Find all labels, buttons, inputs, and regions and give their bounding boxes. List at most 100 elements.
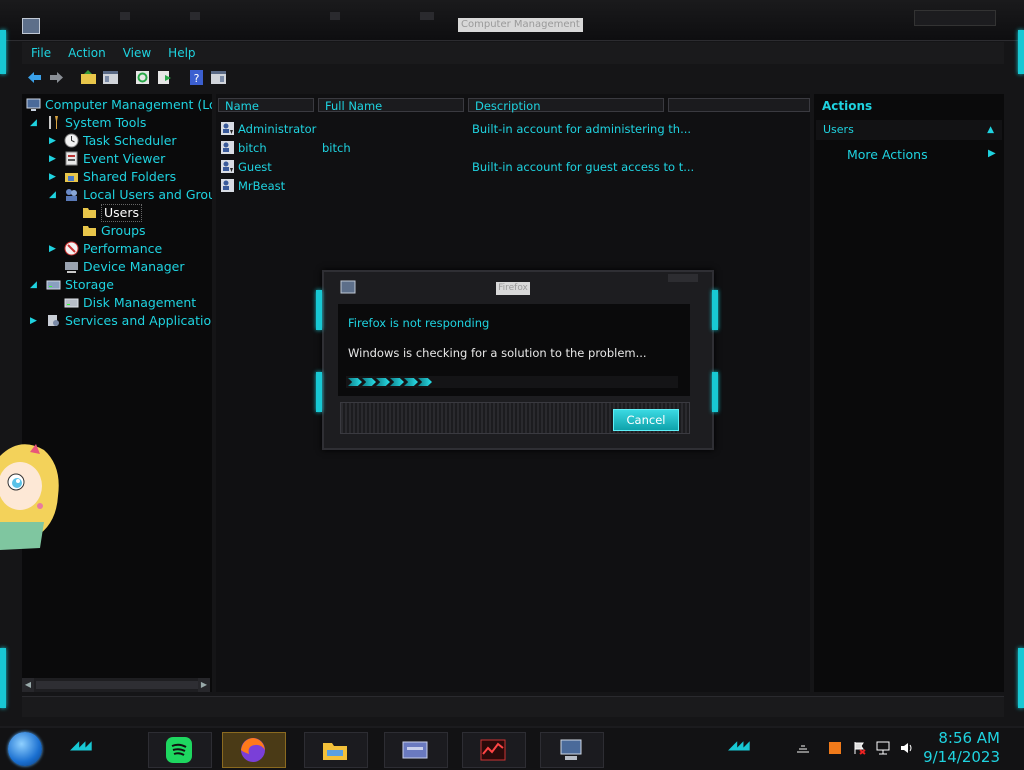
caption-buttons[interactable] bbox=[914, 10, 996, 26]
scroll-right-icon[interactable]: ▶ bbox=[198, 678, 210, 692]
user-account-icon bbox=[221, 160, 234, 173]
back-arrow-icon[interactable] bbox=[26, 69, 43, 86]
device-manager-icon bbox=[65, 262, 78, 273]
table-row[interactable]: Guest Built-in account for guest access … bbox=[220, 158, 800, 176]
title-bar-notch bbox=[120, 12, 130, 20]
show-hide-tree-icon[interactable] bbox=[102, 69, 119, 86]
collapse-arrow-icon[interactable]: ◢ bbox=[30, 114, 37, 132]
cancel-button[interactable]: Cancel bbox=[613, 409, 679, 431]
window-title: Computer Management bbox=[458, 18, 583, 32]
user-name: Administrator bbox=[238, 122, 317, 136]
dialog-close-notch[interactable] bbox=[668, 274, 698, 282]
disk-icon bbox=[64, 298, 79, 308]
tools-icon bbox=[49, 116, 58, 129]
table-row[interactable]: MrBeast bbox=[220, 177, 800, 195]
submenu-arrow-icon[interactable]: ▶ bbox=[988, 148, 996, 159]
menu-action[interactable]: Action bbox=[59, 43, 114, 63]
forward-arrow-icon[interactable] bbox=[48, 69, 65, 86]
tree-item-label: Task Scheduler bbox=[83, 133, 177, 148]
user-description: Built-in account for administering th... bbox=[472, 122, 692, 136]
folder-icon bbox=[83, 226, 96, 236]
table-row[interactable]: Administrator Built-in account for admin… bbox=[220, 120, 800, 138]
dialog-glow-left bbox=[316, 290, 322, 330]
title-bar[interactable]: Computer Management bbox=[0, 0, 1024, 41]
user-description: Built-in account for guest access to t..… bbox=[472, 160, 695, 174]
computer-icon bbox=[26, 98, 41, 111]
help-icon[interactable]: ? bbox=[188, 69, 205, 86]
taskbar-decoration: ◢◢◢ bbox=[728, 738, 750, 752]
export-list-icon[interactable] bbox=[156, 69, 173, 86]
status-bar bbox=[22, 696, 1004, 717]
dialog-heading: Firefox is not responding bbox=[348, 316, 490, 330]
tree-item-label: Local Users and Grou bbox=[83, 187, 212, 202]
column-header-description[interactable]: Description bbox=[468, 98, 664, 113]
taskbar-app-computer-management[interactable] bbox=[540, 732, 604, 768]
tree-item-label: Disk Management bbox=[83, 295, 197, 310]
file-explorer-icon bbox=[323, 743, 347, 760]
user-account-icon bbox=[221, 141, 234, 154]
menu-help[interactable]: Help bbox=[159, 43, 203, 63]
tree-horizontal-scrollbar[interactable]: ◀ ▶ bbox=[22, 678, 210, 692]
scrollbar-thumb[interactable] bbox=[36, 681, 200, 689]
menu-file[interactable]: File bbox=[22, 43, 59, 63]
console-tree: Computer Management (Loc ◢ System Tools … bbox=[22, 94, 212, 692]
expand-arrow-icon[interactable]: ▶ bbox=[49, 168, 56, 186]
dialog-glow-right bbox=[712, 290, 718, 330]
show-hide-action-pane-icon[interactable] bbox=[210, 69, 227, 86]
svg-text:?: ? bbox=[194, 72, 200, 85]
task-manager-icon bbox=[480, 739, 506, 761]
taskbar-app-control-panel[interactable] bbox=[384, 732, 448, 768]
spotify-icon bbox=[166, 737, 192, 763]
volume-icon[interactable] bbox=[900, 741, 914, 755]
dialog-footer: Cancel bbox=[340, 402, 690, 434]
expand-arrow-icon[interactable]: ▶ bbox=[49, 132, 56, 150]
taskbar-clock[interactable]: 8:56 AM 9/14/2023 bbox=[923, 729, 1000, 767]
column-header-full-name[interactable]: Full Name bbox=[318, 98, 464, 113]
progress-segment bbox=[404, 378, 418, 386]
taskbar-app-firefox[interactable] bbox=[222, 732, 286, 768]
services-icon bbox=[48, 315, 59, 326]
storage-icon bbox=[46, 280, 61, 290]
folder-icon bbox=[83, 208, 96, 218]
up-folder-icon[interactable] bbox=[80, 69, 97, 86]
expand-arrow-icon[interactable]: ▶ bbox=[30, 312, 37, 330]
progress-segment bbox=[362, 378, 376, 386]
expand-arrow-icon[interactable]: ▶ bbox=[49, 150, 56, 168]
java-update-icon[interactable] bbox=[828, 741, 842, 755]
event-viewer-icon bbox=[65, 151, 78, 166]
user-account-icon bbox=[221, 122, 234, 135]
collapse-arrow-icon[interactable]: ◢ bbox=[30, 276, 37, 294]
more-actions-item[interactable]: More Actions bbox=[847, 147, 928, 162]
refresh-icon[interactable] bbox=[134, 69, 151, 86]
taskbar-app-spotify[interactable] bbox=[148, 732, 212, 768]
frame-glow-left bbox=[0, 30, 6, 74]
action-center-flag-icon[interactable] bbox=[852, 741, 866, 755]
clock-time: 8:56 AM bbox=[938, 729, 1000, 747]
collapse-up-icon[interactable]: ▲ bbox=[987, 120, 994, 140]
scroll-left-icon[interactable]: ◀ bbox=[22, 678, 34, 692]
dialog-glow-left bbox=[316, 372, 322, 412]
network-icon[interactable] bbox=[876, 741, 890, 755]
actions-section-users[interactable]: Users ▲ bbox=[816, 120, 1002, 140]
actions-section-label: Users bbox=[823, 123, 854, 136]
user-full-name: bitch bbox=[322, 141, 351, 155]
shared-folder-icon bbox=[65, 173, 78, 182]
start-orb-button[interactable] bbox=[8, 732, 42, 766]
more-actions-label: More Actions bbox=[847, 147, 928, 162]
show-hidden-icons-icon[interactable] bbox=[796, 741, 810, 755]
progress-bar bbox=[346, 376, 678, 388]
progress-segment bbox=[348, 378, 362, 386]
collapse-arrow-icon[interactable]: ◢ bbox=[49, 186, 56, 204]
tree-item-label: Performance bbox=[83, 241, 163, 256]
column-header-empty[interactable] bbox=[668, 98, 810, 112]
tree-item-label: System Tools bbox=[65, 115, 147, 130]
cartoon-character-sticker-image bbox=[0, 444, 59, 550]
column-header-name[interactable]: Name bbox=[218, 98, 314, 113]
progress-segment bbox=[376, 378, 390, 386]
progress-segment bbox=[390, 378, 404, 386]
taskbar-app-task-manager[interactable] bbox=[462, 732, 526, 768]
expand-arrow-icon[interactable]: ▶ bbox=[49, 240, 56, 258]
menu-view[interactable]: View bbox=[114, 43, 159, 63]
taskbar-app-file-explorer[interactable] bbox=[304, 732, 368, 768]
table-row[interactable]: bitch bitch bbox=[220, 139, 800, 157]
